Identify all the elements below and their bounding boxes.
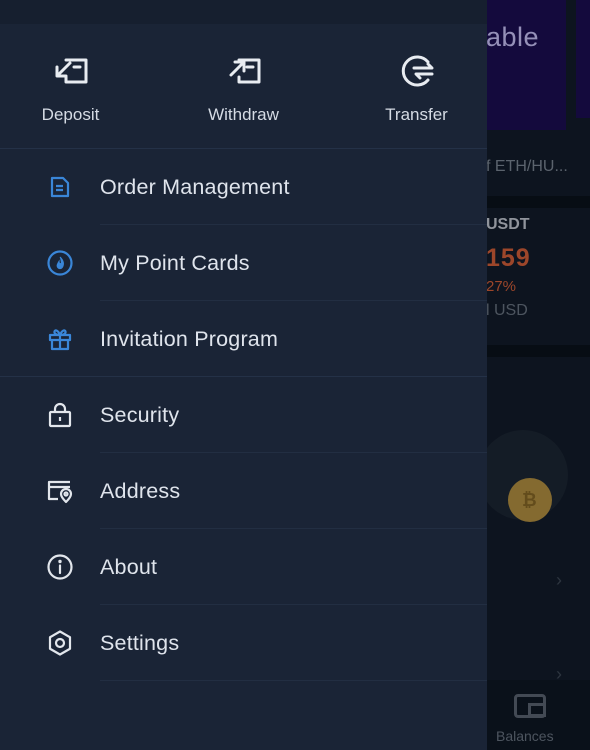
- transfer-button[interactable]: Transfer: [346, 24, 487, 148]
- document-icon: [46, 173, 74, 201]
- menu-item-order-management[interactable]: Order Management: [0, 149, 487, 225]
- deposit-label: Deposit: [41, 105, 100, 124]
- menu-item-invitation-program[interactable]: Invitation Program: [0, 301, 487, 377]
- info-icon: [46, 553, 74, 581]
- transfer-icon: [398, 54, 436, 93]
- menu-item-label: Settings: [100, 630, 180, 655]
- menu-item-point-cards[interactable]: My Point Cards: [0, 225, 487, 301]
- lock-icon: [46, 401, 74, 429]
- menu-item-address[interactable]: Address: [0, 453, 487, 529]
- menu-item-settings[interactable]: Settings: [0, 605, 487, 681]
- settings-icon: [46, 629, 74, 657]
- transfer-label: Transfer: [385, 105, 448, 124]
- withdraw-button[interactable]: Withdraw: [141, 24, 346, 148]
- deposit-icon: [52, 54, 90, 93]
- gift-icon: [46, 325, 74, 353]
- menu-item-label: My Point Cards: [100, 250, 250, 275]
- side-drawer: Deposit Withdraw Transfer Order Manageme…: [0, 0, 487, 750]
- divider: [100, 680, 487, 681]
- menu-item-label: About: [100, 554, 158, 579]
- menu-item-security[interactable]: Security: [0, 377, 487, 453]
- drawer-header: [0, 0, 487, 24]
- menu-item-label: Security: [100, 402, 180, 427]
- deposit-button[interactable]: Deposit: [0, 24, 141, 148]
- menu-item-label: Invitation Program: [100, 326, 279, 351]
- address-icon: [46, 477, 74, 505]
- withdraw-label: Withdraw: [208, 105, 279, 124]
- menu-item-about[interactable]: About: [0, 529, 487, 605]
- point-card-icon: [46, 249, 74, 277]
- menu-item-label: Order Management: [100, 174, 290, 199]
- quick-actions: Deposit Withdraw Transfer: [0, 24, 487, 149]
- menu-item-label: Address: [100, 478, 181, 503]
- withdraw-icon: [225, 54, 263, 93]
